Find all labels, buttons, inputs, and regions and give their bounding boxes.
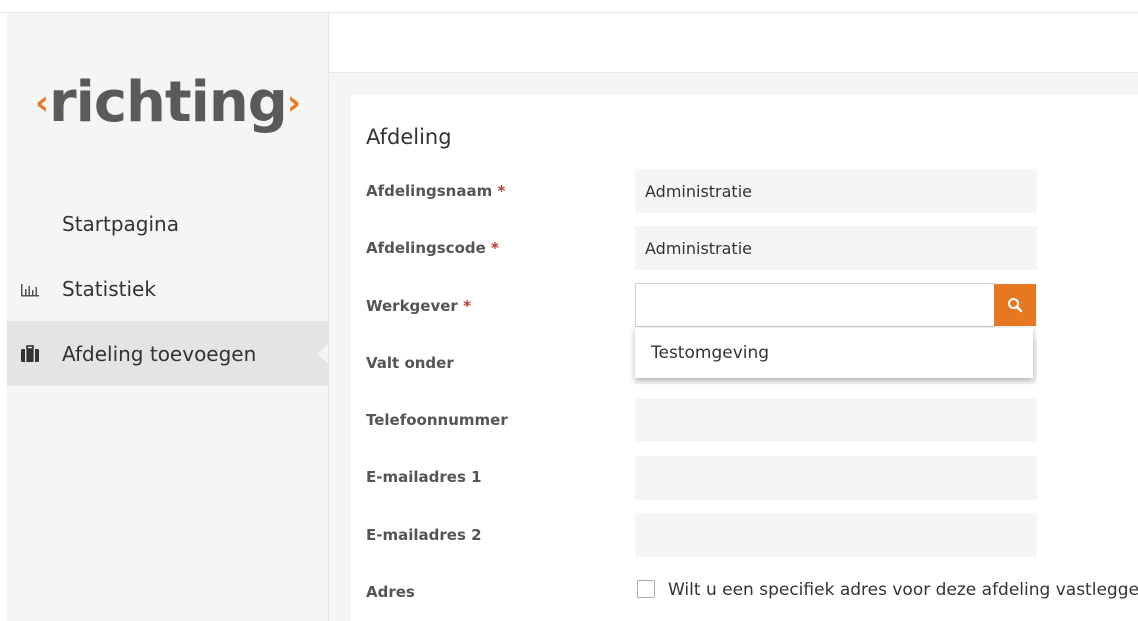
logo[interactable]: ‹ richting › xyxy=(35,63,301,143)
telefoonnummer-label: Telefoonnummer xyxy=(366,411,508,429)
sidebar-item-label: Startpagina xyxy=(62,211,179,236)
werkgever-dropdown-option[interactable]: Testomgeving xyxy=(635,328,1033,378)
afdelingsnaam-label: Afdelingsnaam * xyxy=(366,182,506,200)
briefcase-icon xyxy=(19,343,41,365)
adres-checkbox[interactable] xyxy=(637,580,655,598)
afdelingscode-label: Afdelingscode * xyxy=(366,239,499,257)
sidebar-nav: Startpagina Statistiek Afdeling toevoege… xyxy=(7,191,328,386)
telefoonnummer-input[interactable] xyxy=(635,398,1037,442)
email2-label: E-mailadres 2 xyxy=(366,526,482,544)
logo-wordmark: richting xyxy=(49,70,288,135)
sidebar-item-startpagina[interactable]: Startpagina xyxy=(7,191,328,256)
werkgever-label: Werkgever * xyxy=(366,297,471,315)
dropdown-option-label: Testomgeving xyxy=(651,343,770,363)
afdelingsnaam-input[interactable]: Administratie xyxy=(635,169,1037,213)
email1-input[interactable] xyxy=(635,456,1037,500)
adres-checkbox-label[interactable]: Wilt u een specifiek adres voor deze afd… xyxy=(668,580,1138,600)
werkgever-search-button[interactable] xyxy=(994,284,1036,326)
adres-label: Adres xyxy=(366,583,415,601)
afdelingscode-input[interactable]: Administratie xyxy=(635,226,1037,270)
sidebar-item-afdeling-toevoegen[interactable]: Afdeling toevoegen xyxy=(7,321,328,386)
email2-input[interactable] xyxy=(635,513,1037,557)
logo-right-chevron: › xyxy=(286,83,301,123)
email1-label: E-mailadres 1 xyxy=(366,468,482,486)
form-title: Afdeling xyxy=(366,125,452,149)
bar-chart-icon xyxy=(19,278,41,300)
sidebar-item-label: Statistiek xyxy=(62,276,156,301)
sidebar-item-statistiek[interactable]: Statistiek xyxy=(7,256,328,321)
valt-onder-label: Valt onder xyxy=(366,354,454,372)
sidebar-item-label: Afdeling toevoegen xyxy=(62,341,257,366)
logo-left-chevron: ‹ xyxy=(35,83,50,123)
search-icon xyxy=(1008,298,1023,313)
sidebar: ‹ richting › Startpagina Statistiek Afde… xyxy=(7,13,328,621)
werkgever-input[interactable] xyxy=(635,283,995,327)
